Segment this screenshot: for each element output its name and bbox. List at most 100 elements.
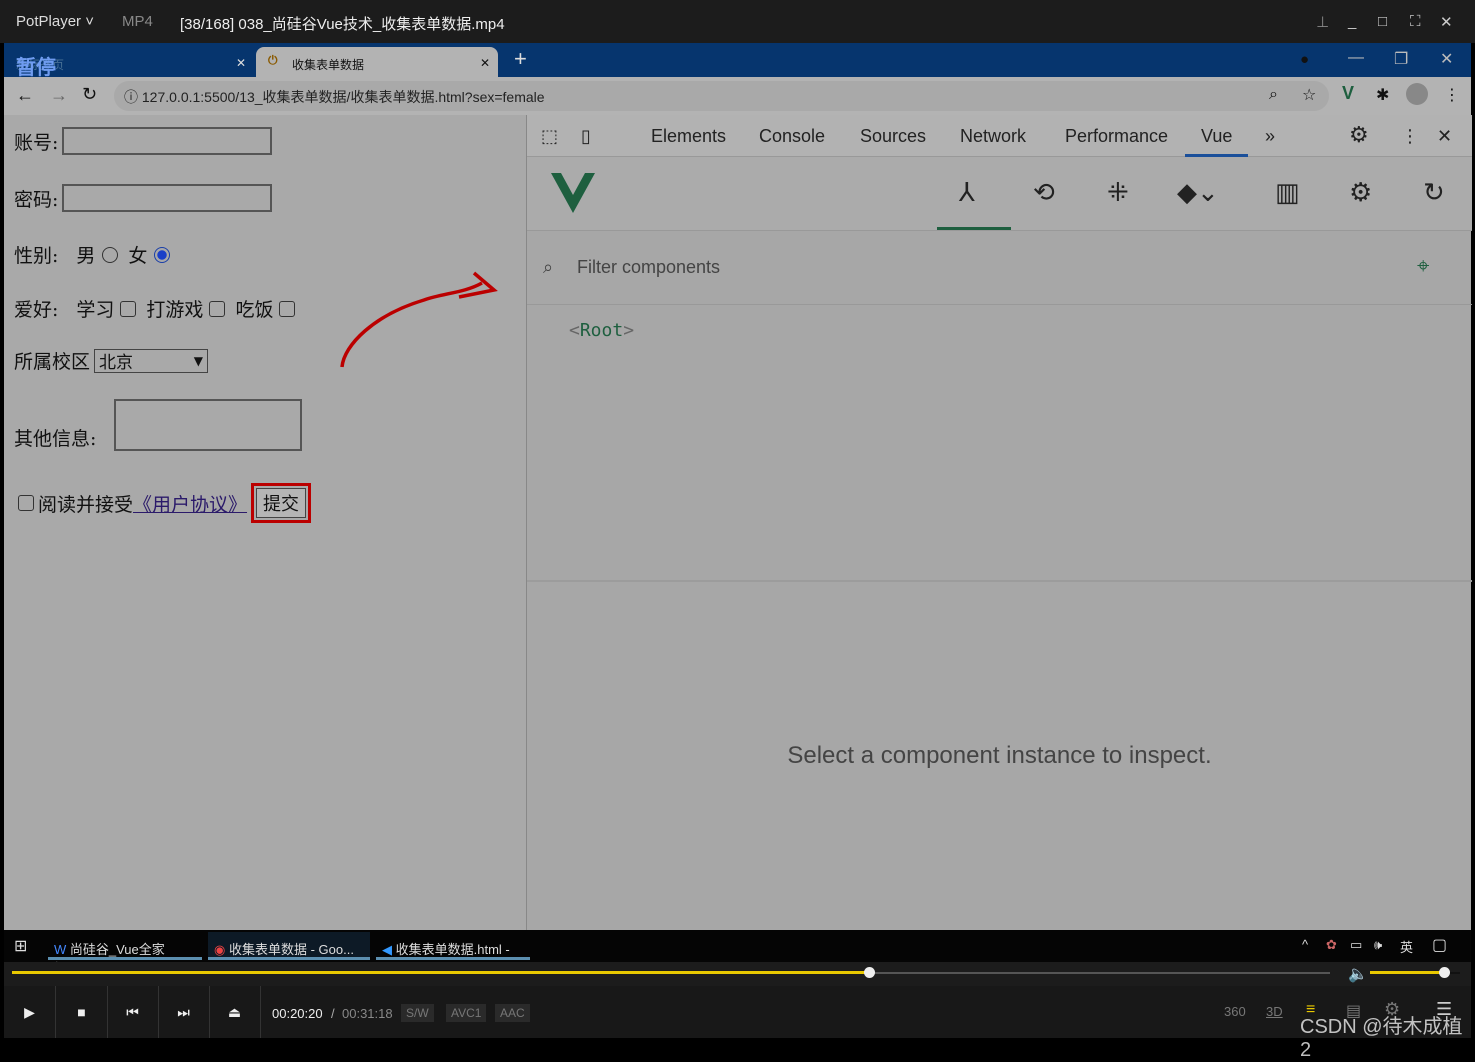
tab-active[interactable]: ⏻ 收集表单数据 ✕ bbox=[256, 47, 498, 77]
settings-icon[interactable]: ⚙ bbox=[1349, 177, 1372, 208]
forward-icon[interactable]: → bbox=[50, 85, 68, 106]
inspect-message: Select a component instance to inspect. bbox=[787, 742, 1212, 769]
select-component-crosshair-icon[interactable]: ⌖ bbox=[1417, 253, 1429, 279]
total-time: 00:31:18 bbox=[342, 1006, 393, 1021]
volume-icon[interactable]: 🔈 bbox=[1348, 964, 1368, 984]
reload-icon[interactable]: ↻ bbox=[82, 84, 97, 105]
component-tree-root[interactable]: <Root> bbox=[569, 320, 634, 341]
next-button[interactable]: ⏭ bbox=[158, 986, 210, 1038]
avatar[interactable] bbox=[1406, 83, 1428, 105]
seek-handle[interactable] bbox=[863, 967, 875, 978]
window-restore-icon[interactable]: ❐ bbox=[1394, 49, 1408, 69]
video-codec-badge[interactable]: AVC1 bbox=[446, 1004, 487, 1022]
window-close-icon[interactable]: ✕ bbox=[1440, 49, 1453, 69]
timeline-history-icon[interactable]: ⟲ bbox=[1033, 177, 1055, 208]
gender-label: 性别: bbox=[14, 245, 59, 267]
gender-female-radio[interactable] bbox=[154, 246, 171, 263]
gender-female-label: 女 bbox=[128, 245, 148, 267]
tray-app-icon[interactable]: ✿ bbox=[1326, 937, 1337, 953]
password-input[interactable] bbox=[62, 184, 273, 212]
hobby-eat-checkbox[interactable] bbox=[279, 300, 296, 317]
info-icon: ⓘ bbox=[124, 89, 142, 105]
campus-select[interactable]: 北京 ▼ bbox=[94, 348, 209, 373]
inspector-pane: Select a component instance to inspect. bbox=[527, 580, 1472, 930]
refresh-icon[interactable]: ↻ bbox=[1423, 177, 1445, 208]
maximize-icon[interactable]: □ bbox=[1378, 13, 1387, 30]
tab-network[interactable]: Network bbox=[960, 126, 1026, 147]
tray-chevron-up-icon[interactable]: ^ bbox=[1302, 937, 1308, 952]
vr360-icon[interactable]: 360 bbox=[1224, 1004, 1246, 1019]
search-icon: ⌕ bbox=[543, 257, 554, 277]
agreement-link[interactable]: 《用户协议》 bbox=[133, 490, 247, 517]
extensions-icon[interactable]: ✱ bbox=[1376, 85, 1389, 105]
hobby-game-label: 打游戏 bbox=[146, 299, 204, 321]
tab-elements[interactable]: Elements bbox=[651, 126, 726, 147]
devtools-menu-icon[interactable]: ⋮ bbox=[1401, 126, 1419, 147]
window-minimize-icon[interactable]: — bbox=[1348, 49, 1364, 67]
tab-console[interactable]: Console bbox=[759, 126, 825, 147]
taskbar-item-word[interactable]: W 尚硅谷_Vue全家桶.d... bbox=[48, 932, 202, 976]
other-info-textarea[interactable] bbox=[114, 399, 303, 451]
hobby-study-checkbox[interactable] bbox=[120, 300, 137, 317]
settings-gear-icon[interactable]: ⚙ bbox=[1349, 122, 1369, 148]
audio-codec-badge[interactable]: AAC bbox=[495, 1004, 530, 1022]
address-bar-row: ← → ↻ ⓘ 127.0.0.1:5500/13_收集表单数据/收集表单数据.… bbox=[4, 77, 1471, 115]
stop-button[interactable]: ■ bbox=[56, 986, 108, 1038]
devtools-panel: ⬚ ▯ Elements Console Sources Network Per… bbox=[526, 115, 1472, 930]
volume-handle[interactable] bbox=[1438, 967, 1450, 978]
pin-icon[interactable]: ⊥ bbox=[1316, 13, 1329, 31]
other-info-label: 其他信息: bbox=[14, 428, 97, 450]
vscode-icon: ◀ bbox=[382, 942, 396, 957]
back-icon[interactable]: ← bbox=[16, 85, 34, 106]
fullscreen-icon[interactable]: ⛶ bbox=[1410, 13, 1421, 30]
previous-button[interactable]: ⏮ bbox=[107, 986, 159, 1038]
battery-icon[interactable]: ▭ bbox=[1350, 937, 1362, 953]
components-icon[interactable]: ⅄ bbox=[959, 177, 975, 208]
close-tab-icon[interactable]: ✕ bbox=[480, 56, 490, 70]
seek-progress bbox=[12, 971, 869, 974]
watermark: CSDN @待木成植2 bbox=[1300, 1016, 1463, 1061]
menu-icon[interactable]: ⋮ bbox=[1444, 85, 1460, 105]
vuex-icon[interactable]: ⁜ bbox=[1107, 177, 1129, 208]
taskbar-item-vscode[interactable]: ◀ 收集表单数据.html - ... bbox=[376, 932, 530, 973]
zoom-icon[interactable]: ⌕ bbox=[1269, 86, 1278, 104]
close-tab-icon[interactable]: ✕ bbox=[236, 56, 246, 70]
hobby-game-checkbox[interactable] bbox=[209, 300, 226, 317]
task-label: 收集表单数据 - Goo... bbox=[228, 942, 354, 957]
submit-button[interactable]: 提交 bbox=[251, 483, 312, 523]
tab-vue[interactable]: Vue bbox=[1185, 115, 1249, 157]
3d-icon[interactable]: 3D bbox=[1266, 1004, 1283, 1019]
account-input[interactable] bbox=[62, 127, 273, 155]
agree-checkbox[interactable] bbox=[18, 495, 34, 511]
current-time: 00:20:20 bbox=[272, 1006, 323, 1021]
taskbar-item-chrome[interactable]: ◉ 收集表单数据 - Goo... bbox=[208, 932, 370, 960]
renderer-badge[interactable]: S/W bbox=[401, 1004, 434, 1022]
windows-start-icon[interactable]: ⊞ bbox=[14, 936, 27, 956]
play-button[interactable]: ▶ bbox=[4, 986, 56, 1038]
tab-sources[interactable]: Sources bbox=[860, 126, 926, 147]
app-menu[interactable]: PotPlayer ˅ bbox=[16, 13, 94, 30]
gender-male-radio[interactable] bbox=[102, 246, 119, 263]
eject-button[interactable]: ⏏ bbox=[209, 986, 261, 1038]
bookmark-star-icon[interactable]: ☆ bbox=[1302, 85, 1316, 105]
performance-chart-icon[interactable]: ▥ bbox=[1275, 177, 1300, 208]
speaker-icon[interactable]: 🕪 bbox=[1374, 937, 1382, 953]
vue-extension-icon[interactable]: V bbox=[1342, 83, 1354, 104]
close-icon[interactable]: ✕ bbox=[1440, 13, 1453, 31]
hobby-eat-label: 吃饭 bbox=[235, 299, 274, 321]
filter-components-input[interactable]: Filter components bbox=[577, 257, 720, 278]
web-page: 账号: 密码: 性别: 男 女 爱好: 学习 打游戏 吃饭 所属校区 北京 ▼ 其… bbox=[4, 115, 526, 930]
profile-icon[interactable]: ● bbox=[1300, 51, 1309, 68]
notification-icon[interactable]: ▢ bbox=[1432, 935, 1447, 955]
inspect-element-icon[interactable]: ⬚ bbox=[541, 126, 558, 147]
minimize-icon[interactable]: _ bbox=[1348, 13, 1356, 30]
url-input[interactable]: ⓘ 127.0.0.1:5500/13_收集表单数据/收集表单数据.html?s… bbox=[114, 81, 1329, 111]
format-label: MP4 bbox=[122, 13, 153, 30]
ime-indicator[interactable]: 英 bbox=[1400, 937, 1413, 956]
router-icon[interactable]: ◆⌄ bbox=[1177, 177, 1219, 208]
devtools-close-icon[interactable]: ✕ bbox=[1437, 126, 1452, 147]
new-tab-button[interactable]: + bbox=[514, 46, 527, 72]
tab-performance[interactable]: Performance bbox=[1065, 126, 1168, 147]
more-tabs-button[interactable]: » bbox=[1265, 126, 1275, 147]
device-toggle-icon[interactable]: ▯ bbox=[581, 126, 591, 147]
